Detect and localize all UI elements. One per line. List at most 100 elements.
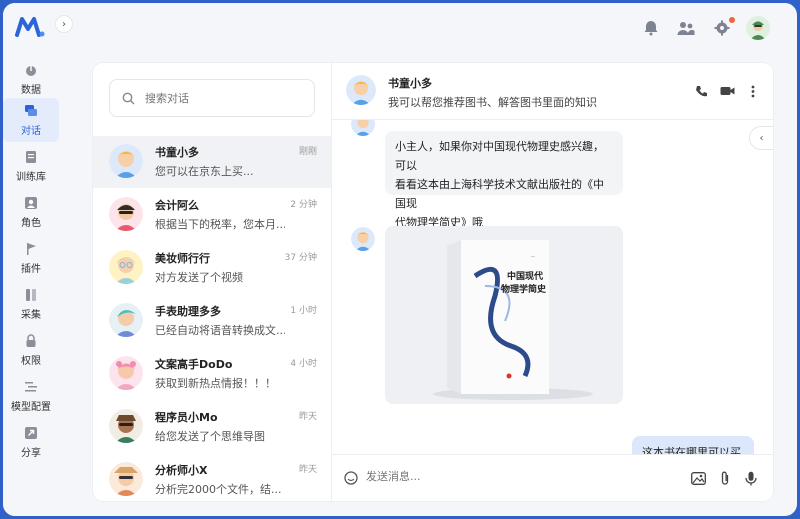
conversation-preview: 分析完2000个文件，结... bbox=[155, 483, 282, 496]
user-avatar[interactable] bbox=[746, 16, 770, 40]
sidebar-item-label: 分享 bbox=[21, 447, 41, 459]
voice-input-button[interactable] bbox=[743, 470, 759, 486]
paperclip-icon bbox=[721, 471, 729, 485]
book-title-line: 物理学简史 bbox=[501, 283, 547, 295]
app-window: › 数据 对话 训练库 角色 插件 采集 权限 模型配置 分享 搜索对话 书童小… bbox=[3, 3, 797, 516]
app-logo[interactable] bbox=[15, 15, 45, 37]
chevron-left-icon: ‹ bbox=[759, 132, 764, 144]
document-icon bbox=[26, 150, 36, 163]
conversation-list: 书童小多 您可以在京东上买... 刚刚 会计阿么 根据当下的税率，您本月... … bbox=[93, 63, 332, 501]
sidebar-nav: › 数据 对话 训练库 角色 插件 采集 权限 模型配置 分享 bbox=[3, 3, 73, 516]
sidebar-item-chat[interactable]: 对话 bbox=[3, 98, 59, 142]
conversation-item[interactable]: 美妆师行行 对方发送了个视频 37 分钟 bbox=[93, 242, 331, 294]
sidebar-item-label: 角色 bbox=[21, 217, 41, 229]
message-text: 这本书在哪里可以买到 bbox=[642, 446, 741, 454]
sidebar-item-model-config[interactable]: 模型配置 bbox=[3, 374, 59, 418]
book-image-message[interactable]: — 中国现代 物理学简史 bbox=[385, 226, 623, 404]
conversation-time: 1 小时 bbox=[290, 306, 317, 316]
avatar bbox=[351, 227, 375, 251]
conversation-item[interactable]: 书童小多 您可以在京东上买... 刚刚 bbox=[93, 136, 331, 188]
sidebar-item-roles[interactable]: 角色 bbox=[3, 190, 59, 234]
conversation-name: 书童小多 bbox=[155, 146, 199, 159]
sidebar-item-label: 插件 bbox=[21, 263, 41, 275]
model-icon bbox=[25, 381, 37, 391]
video-call-button[interactable] bbox=[719, 83, 735, 99]
sidebar-item-permissions[interactable]: 权限 bbox=[3, 328, 59, 372]
emoji-icon[interactable] bbox=[344, 471, 358, 485]
chevron-right-icon: › bbox=[62, 18, 66, 30]
avatar bbox=[109, 250, 143, 284]
notification-badge bbox=[729, 17, 735, 23]
chat-area: 书童小多 我可以帮您推荐图书、解答图书里面的知识 小主人，如果你对中国现代物理史… bbox=[332, 63, 773, 501]
conversation-preview: 给您发送了个思维导图 bbox=[155, 430, 265, 443]
conversation-name: 会计阿么 bbox=[155, 199, 199, 212]
conversation-item[interactable]: 分析师小X 分析完2000个文件，结... 昨天 bbox=[93, 454, 331, 501]
conversation-preview: 根据当下的税率，您本月... bbox=[155, 218, 285, 231]
avatar bbox=[109, 303, 143, 337]
conversation-preview: 对方发送了个视频 bbox=[155, 271, 243, 284]
contacts-button[interactable] bbox=[675, 17, 697, 39]
image-upload-button[interactable] bbox=[690, 470, 706, 486]
avatar bbox=[351, 120, 375, 136]
sidebar-item-plugins[interactable]: 插件 bbox=[3, 236, 59, 280]
expand-panel-button[interactable]: ‹ bbox=[749, 126, 773, 150]
user-message: 这本书在哪里可以买到 bbox=[632, 436, 754, 454]
avatar bbox=[109, 197, 143, 231]
chat-description: 我可以帮您推荐图书、解答图书里面的知识 bbox=[388, 96, 597, 109]
avatar bbox=[109, 462, 143, 496]
sidebar-item-label: 对话 bbox=[21, 125, 41, 137]
message-input[interactable] bbox=[364, 469, 668, 484]
avatar[interactable] bbox=[346, 75, 376, 105]
conversation-item[interactable]: 文案高手DoDo 获取到新热点情报！！！ 4 小时 bbox=[93, 348, 331, 400]
assistant-message: 小主人，如果你对中国现代物理史感兴趣，可以 看看这本由上海科学技术文献出版社的《… bbox=[385, 131, 623, 229]
more-vertical-icon bbox=[751, 85, 755, 97]
conversation-name: 美妆师行行 bbox=[155, 252, 210, 265]
conversation-item[interactable]: 手表助理多多 已经自动将语音转换成文... 1 小时 bbox=[93, 295, 331, 347]
message-text: 看看这本由上海科学技术文献出版社的《中国现 bbox=[395, 178, 604, 210]
chat-header: 书童小多 我可以帮您推荐图书、解答图书里面的知识 bbox=[332, 63, 773, 120]
bell-icon bbox=[644, 21, 658, 36]
conversation-item[interactable]: 程序员小Mo 给您发送了个思维导图 昨天 bbox=[93, 401, 331, 453]
chat-panel: 书童小多 您可以在京东上买... 刚刚 会计阿么 根据当下的税率，您本月... … bbox=[93, 63, 773, 501]
conversation-time: 2 分钟 bbox=[290, 200, 317, 210]
chat-icon bbox=[25, 104, 37, 116]
sidebar-item-collect[interactable]: 采集 bbox=[3, 282, 59, 326]
conversation-name: 文案高手DoDo bbox=[155, 358, 233, 371]
conversation-preview: 获取到新热点情报！！！ bbox=[155, 377, 276, 390]
sidebar-item-label: 模型配置 bbox=[11, 401, 51, 413]
voice-call-button[interactable] bbox=[693, 83, 709, 99]
sidebar-item-label: 权限 bbox=[21, 355, 41, 367]
message-composer bbox=[332, 454, 773, 501]
conversation-time: 昨天 bbox=[298, 412, 317, 422]
search-input[interactable] bbox=[143, 90, 297, 106]
sidebar-item-data[interactable]: 数据 bbox=[3, 57, 59, 101]
conversation-time: 37 分钟 bbox=[284, 253, 317, 263]
collapse-sidebar-button[interactable]: › bbox=[55, 15, 73, 33]
collect-icon bbox=[26, 288, 36, 301]
video-icon bbox=[720, 87, 734, 95]
sidebar-item-label: 训练库 bbox=[16, 171, 46, 183]
conversation-name: 分析师小X bbox=[155, 464, 208, 477]
attach-file-button[interactable] bbox=[717, 470, 733, 486]
conversation-item[interactable]: 会计阿么 根据当下的税率，您本月... 2 分钟 bbox=[93, 189, 331, 241]
sidebar-item-share[interactable]: 分享 bbox=[3, 420, 59, 464]
conversation-preview: 您可以在京东上买... bbox=[155, 165, 254, 178]
conversation-time: 昨天 bbox=[298, 465, 317, 475]
chat-title: 书童小多 bbox=[388, 77, 432, 90]
avatar bbox=[109, 144, 143, 178]
more-options-button[interactable] bbox=[745, 83, 761, 99]
book-cover-image: — 中国现代 物理学简史 bbox=[385, 226, 623, 404]
dashboard-icon bbox=[26, 65, 36, 76]
gear-icon bbox=[714, 20, 730, 36]
notification-button[interactable] bbox=[640, 17, 662, 39]
search-icon bbox=[122, 92, 135, 104]
avatar bbox=[109, 356, 143, 390]
phone-icon bbox=[695, 85, 707, 96]
sidebar-item-training-library[interactable]: 训练库 bbox=[3, 144, 59, 188]
search-box[interactable] bbox=[109, 79, 315, 117]
avatar-icon bbox=[746, 16, 770, 40]
book-title-line: 中国现代 bbox=[507, 270, 543, 282]
image-icon bbox=[690, 471, 706, 485]
conversation-name: 手表助理多多 bbox=[155, 305, 221, 318]
sidebar-item-label: 采集 bbox=[21, 309, 41, 321]
